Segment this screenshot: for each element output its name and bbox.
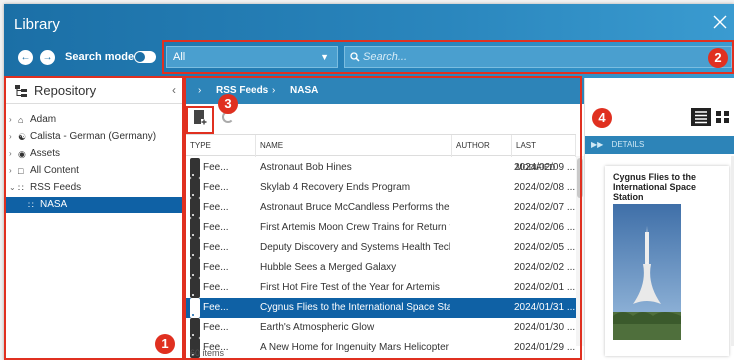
table-row[interactable]: Fee... Skylab 4 Recovery Ends Program 20… bbox=[186, 178, 576, 198]
list-toolbar bbox=[186, 104, 584, 132]
table-header: TYPE NAME AUTHOR LAST MODIFIED bbox=[186, 134, 576, 172]
rss-icon bbox=[190, 278, 200, 298]
rss-icon bbox=[190, 178, 200, 198]
breadcrumb: › RSS Feeds › NASA bbox=[186, 78, 584, 104]
search-box[interactable] bbox=[344, 46, 732, 68]
toggle-knob bbox=[135, 52, 145, 62]
table-row[interactable]: Fee... A New Home for Ingenuity Mars Hel… bbox=[186, 338, 576, 358]
rss-icon bbox=[190, 218, 200, 238]
repository-title: Repository bbox=[34, 83, 97, 98]
chevron-right-icon[interactable]: › bbox=[9, 163, 12, 179]
chevron-down-icon: ▼ bbox=[320, 52, 329, 62]
rocket-launch-image bbox=[613, 204, 681, 340]
breadcrumb-separator: › bbox=[272, 85, 276, 96]
repository-header: Repository ‹ bbox=[4, 78, 186, 104]
list-view-icon[interactable] bbox=[691, 108, 711, 126]
tree-item-adam[interactable]: › ⌂ Adam bbox=[4, 112, 186, 128]
globe-icon: ☯ bbox=[18, 132, 27, 142]
library-window: Library ← → Search mode All ▼ Search... … bbox=[4, 4, 734, 360]
table-row[interactable]: Fee... Hubble Sees a Merged Galaxy 2024/… bbox=[186, 258, 576, 278]
column-author[interactable]: AUTHOR bbox=[452, 135, 512, 157]
table-row-selected[interactable]: Fee... Cygnus Flies to the International… bbox=[186, 298, 576, 318]
folder-icon: □ bbox=[18, 166, 24, 176]
header-bar: Library ← → Search mode All ▼ bbox=[4, 4, 734, 78]
rss-icon: ∷ bbox=[28, 200, 34, 210]
chevron-right-icon[interactable]: › bbox=[9, 146, 12, 162]
repository-panel: Repository ‹ › ⌂ Adam › ☯ Calista - Germ… bbox=[4, 78, 186, 360]
window-title: Library bbox=[14, 16, 60, 33]
new-item-icon[interactable] bbox=[192, 109, 208, 127]
forward-icon[interactable]: → bbox=[40, 50, 55, 65]
collapse-panel-icon[interactable]: ‹ bbox=[172, 83, 176, 97]
assets-icon: ◉ bbox=[18, 149, 26, 159]
scope-value: All bbox=[173, 51, 186, 63]
callout-badge-3: 3 bbox=[218, 94, 238, 114]
column-name[interactable]: NAME bbox=[256, 135, 452, 157]
scope-select[interactable]: All ▼ bbox=[166, 46, 338, 68]
rss-icon: ∷ bbox=[18, 183, 24, 193]
rss-icon bbox=[190, 298, 200, 318]
back-icon[interactable]: ← bbox=[18, 50, 33, 65]
expand-icon: ▶▶ bbox=[591, 140, 604, 149]
breadcrumb-nasa[interactable]: NASA bbox=[290, 78, 318, 104]
tree-item-assets[interactable]: › ◉ Assets bbox=[4, 146, 186, 162]
rss-icon bbox=[190, 318, 200, 338]
table-row[interactable]: Fee... Astronaut Bob Hines 2024/02/09 ..… bbox=[186, 158, 576, 178]
table-row[interactable]: Fee... First Hot Fire Test of the Year f… bbox=[186, 278, 576, 298]
chevron-right-icon[interactable]: › bbox=[9, 129, 12, 145]
search-input[interactable] bbox=[363, 49, 693, 65]
chevron-down-icon[interactable]: ⌄ bbox=[9, 180, 16, 196]
grid-view-icon[interactable] bbox=[713, 108, 733, 126]
details-card: Cygnus Flies to the International Space … bbox=[605, 166, 729, 356]
list-scrollbar[interactable] bbox=[576, 156, 584, 346]
chevron-right-icon[interactable]: › bbox=[9, 112, 12, 128]
item-count: 60 items bbox=[190, 348, 225, 358]
callout-badge-1: 1 bbox=[155, 334, 175, 354]
scrollbar-thumb[interactable] bbox=[577, 158, 583, 198]
rss-icon bbox=[190, 238, 200, 258]
table-row[interactable]: Fee... Earth's Atmospheric Glow 2024/01/… bbox=[186, 318, 576, 338]
search-mode-toggle[interactable] bbox=[134, 51, 156, 63]
table-row[interactable]: Fee... First Artemis Moon Crew Trains fo… bbox=[186, 218, 576, 238]
details-toolbar bbox=[585, 78, 734, 136]
tree-item-rss-feeds[interactable]: ⌄ ∷ RSS Feeds bbox=[4, 180, 186, 196]
callout-badge-4: 4 bbox=[592, 108, 612, 128]
table-row[interactable]: Fee... Astronaut Bruce McCandless Perfor… bbox=[186, 198, 576, 218]
tree-item-nasa[interactable]: ∷ NASA bbox=[4, 197, 186, 213]
rss-icon bbox=[190, 198, 200, 218]
breadcrumb-separator: › bbox=[198, 85, 202, 96]
rss-icon bbox=[190, 158, 200, 178]
search-mode-label: Search mode bbox=[65, 51, 135, 63]
column-type[interactable]: TYPE bbox=[186, 135, 256, 157]
table-row[interactable]: Fee... Deputy Discovery and Systems Heal… bbox=[186, 238, 576, 258]
tree-item-calista[interactable]: › ☯ Calista - German (Germany) bbox=[4, 129, 186, 145]
search-icon bbox=[350, 52, 360, 62]
details-header[interactable]: ▶▶ DETAILS bbox=[585, 136, 734, 154]
repository-tree-icon bbox=[15, 85, 27, 97]
close-icon[interactable] bbox=[712, 14, 728, 30]
tree-item-all-content[interactable]: › □ All Content bbox=[4, 163, 186, 179]
content-list-panel: › RSS Feeds › NASA TYPE NAME AUTHOR LAST… bbox=[186, 78, 584, 360]
home-icon: ⌂ bbox=[18, 115, 24, 125]
callout-badge-2: 2 bbox=[708, 48, 728, 68]
column-last-modified[interactable]: LAST MODIFIED bbox=[512, 135, 576, 172]
details-title: Cygnus Flies to the International Space … bbox=[613, 172, 697, 202]
rss-icon bbox=[190, 258, 200, 278]
